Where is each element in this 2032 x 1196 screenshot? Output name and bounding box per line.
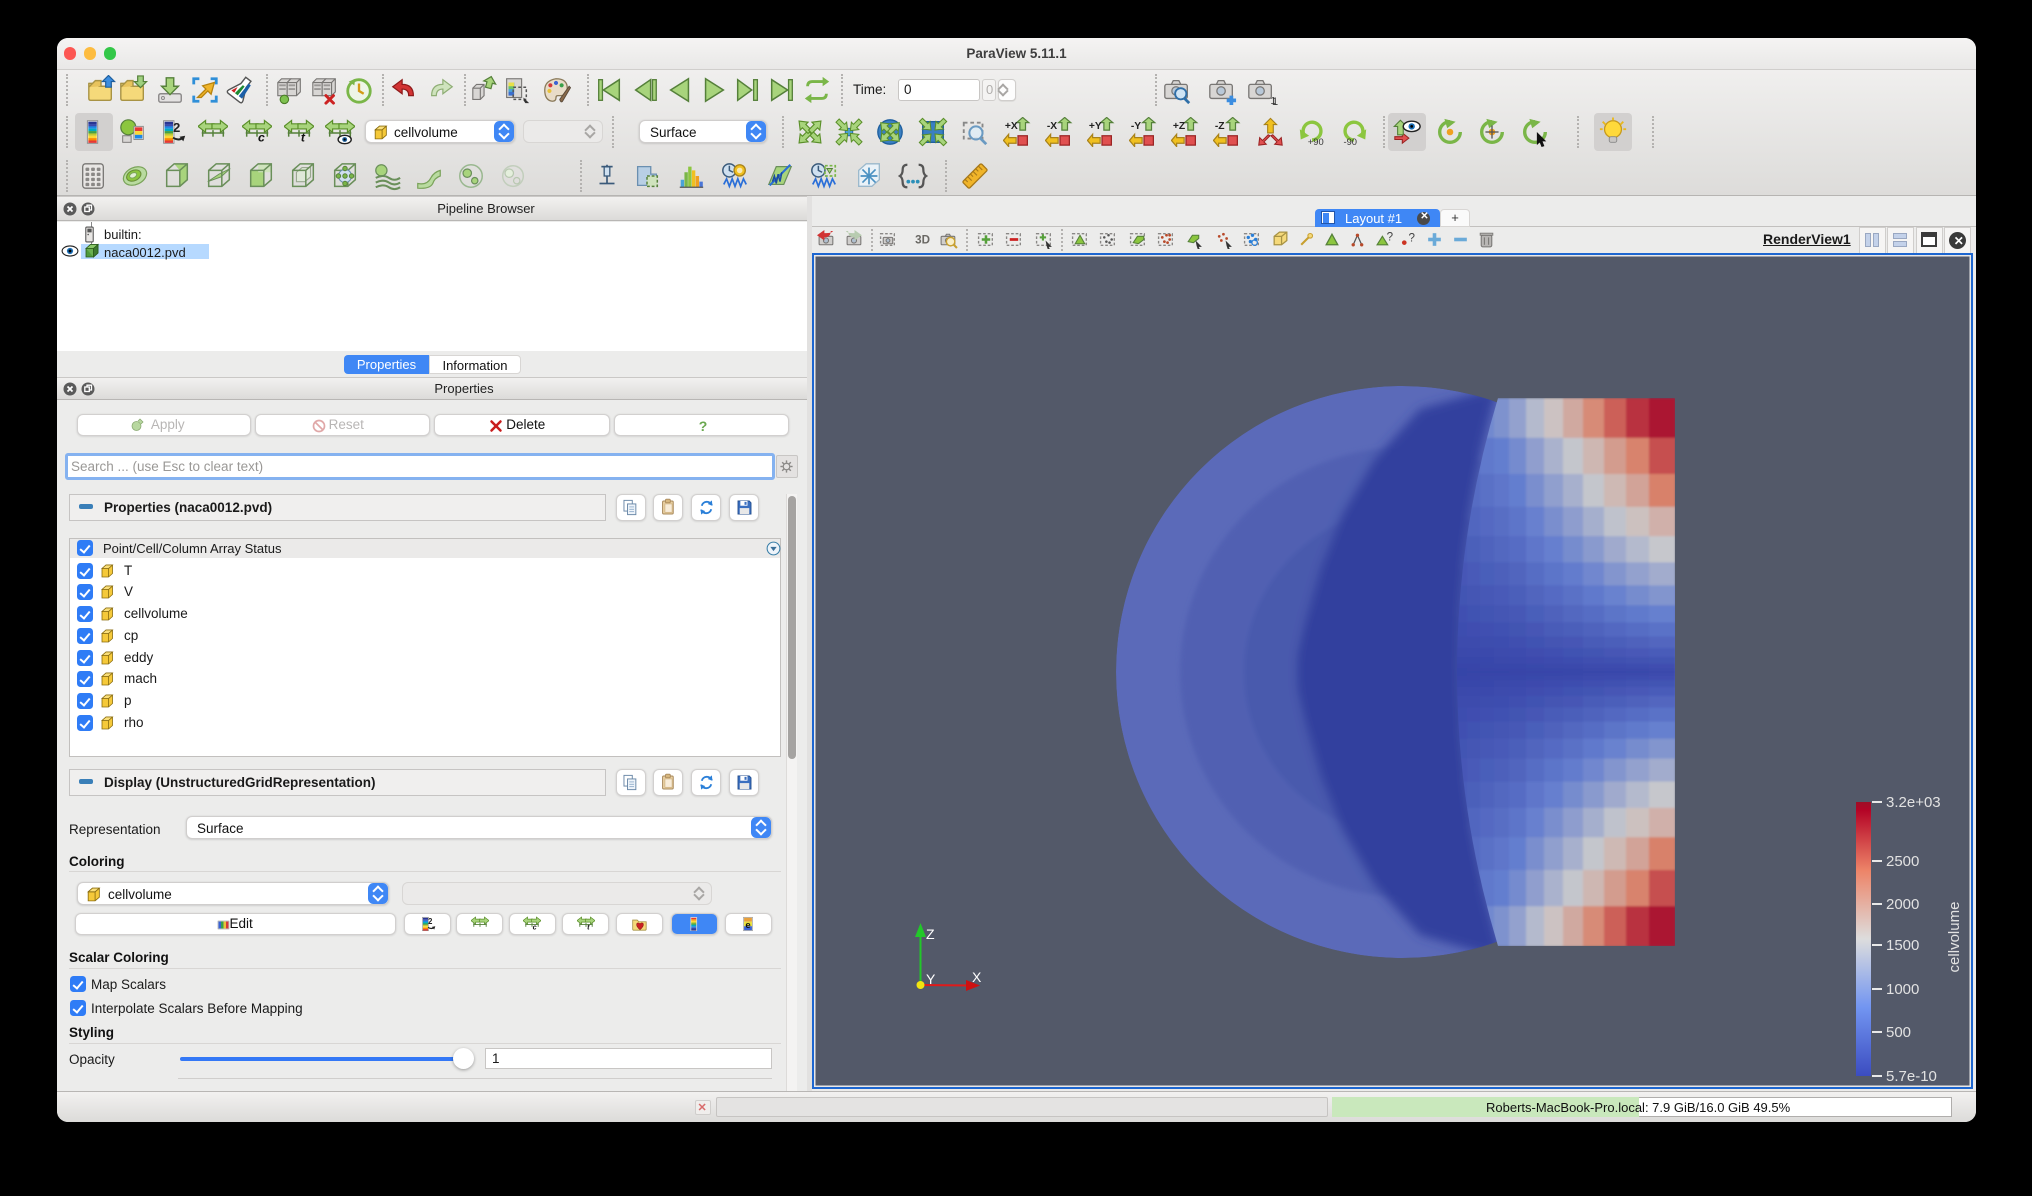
- svg-text:?: ?: [699, 418, 708, 434]
- svg-text:3.2e+03: 3.2e+03: [1886, 794, 1941, 811]
- svg-text:+90: +90: [1308, 137, 1324, 147]
- svg-text:2: 2: [173, 120, 180, 135]
- svg-text:-Z: -Z: [1215, 121, 1225, 132]
- svg-text:c: c: [533, 923, 537, 932]
- svg-text:t: t: [587, 923, 590, 932]
- svg-text:3D: 3D: [915, 234, 930, 247]
- svg-text:500: 500: [1886, 1024, 1911, 1041]
- svg-text:2000: 2000: [1886, 896, 1919, 913]
- svg-text:X: X: [972, 969, 982, 985]
- svg-text:+Z: +Z: [1173, 121, 1185, 132]
- svg-text:1500: 1500: [1886, 937, 1919, 954]
- svg-text:e: e: [745, 920, 750, 931]
- svg-text:5.7e-10: 5.7e-10: [1886, 1068, 1937, 1085]
- svg-text:Z: Z: [926, 926, 935, 942]
- svg-text:-90: -90: [1343, 137, 1357, 147]
- svg-text:?: ?: [1409, 232, 1416, 245]
- svg-text:c: c: [258, 130, 265, 144]
- svg-text:2: 2: [428, 917, 433, 926]
- svg-text:2500: 2500: [1886, 853, 1919, 870]
- svg-text:+Y: +Y: [1089, 121, 1102, 132]
- svg-text:?: ?: [1387, 231, 1394, 244]
- svg-text:-Y: -Y: [1131, 121, 1141, 132]
- svg-text:1000: 1000: [1886, 981, 1919, 998]
- svg-text:cellvolume: cellvolume: [1946, 902, 1963, 973]
- svg-text:+X: +X: [1005, 121, 1018, 132]
- svg-text:-X: -X: [1047, 121, 1057, 132]
- svg-text:Y: Y: [926, 971, 936, 987]
